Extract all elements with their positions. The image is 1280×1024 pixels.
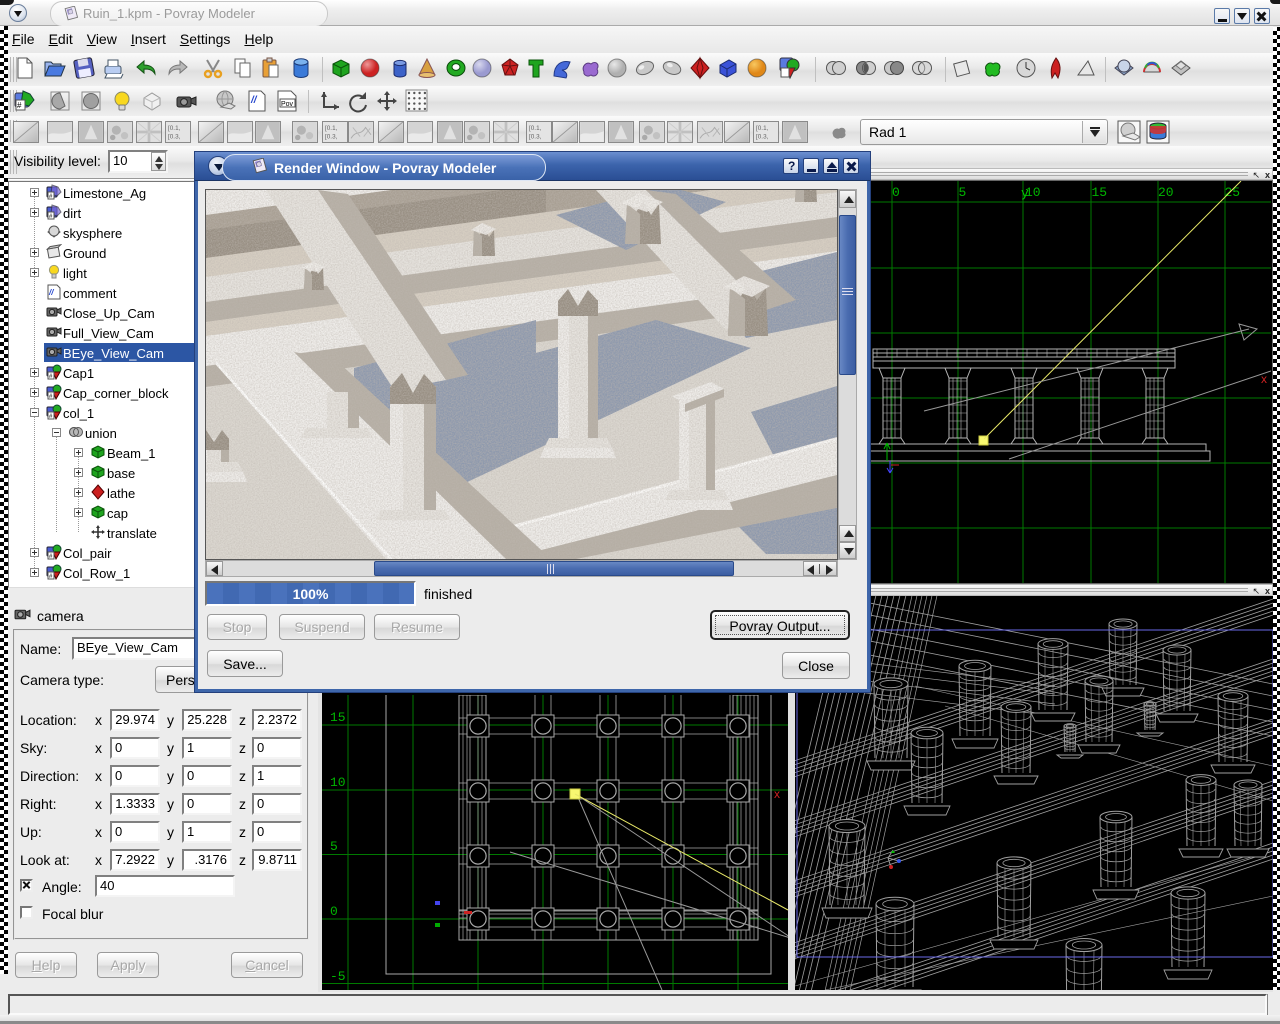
svg-text:[0.1,: [0.1,: [325, 125, 338, 132]
svg-text:x: x: [774, 787, 780, 801]
svg-text:-5: -5: [330, 969, 346, 984]
svg-text:[0.3,: [0.3,: [756, 133, 769, 140]
svg-text:#: #: [17, 101, 22, 110]
svg-text:10: 10: [330, 775, 346, 790]
svg-text://: //: [48, 288, 54, 297]
svg-text:y: y: [1021, 186, 1029, 201]
svg-text:20: 20: [1158, 185, 1174, 200]
svg-text:0: 0: [892, 185, 900, 200]
svg-text:[0.3,: [0.3,: [529, 133, 542, 140]
svg-text:5: 5: [330, 839, 338, 854]
svg-text:15: 15: [1092, 185, 1108, 200]
svg-text:[0.3,: [0.3,: [325, 133, 338, 140]
svg-text:25: 25: [1225, 185, 1241, 200]
svg-text:Pov: Pov: [281, 101, 294, 108]
svg-text:[0.1,: [0.1,: [529, 125, 542, 132]
svg-text:[0.3,: [0.3,: [168, 133, 181, 140]
svg-text:[0.1,: [0.1,: [756, 125, 769, 132]
svg-text:0: 0: [330, 904, 338, 919]
svg-text:5: 5: [959, 185, 967, 200]
svg-text:[0.1,: [0.1,: [168, 125, 181, 132]
svg-text:x: x: [1261, 372, 1267, 386]
svg-text:15: 15: [330, 710, 346, 725]
